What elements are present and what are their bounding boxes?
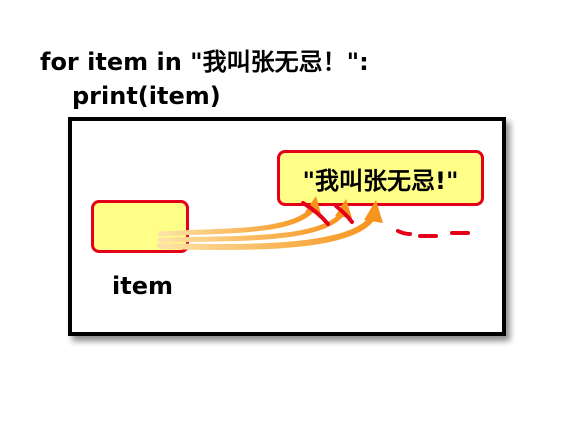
pointer-arrow-1 xyxy=(157,207,315,237)
arrows-layer xyxy=(157,196,470,250)
pointer-arrowhead-3 xyxy=(364,200,383,223)
red-dash-3 xyxy=(396,229,412,236)
